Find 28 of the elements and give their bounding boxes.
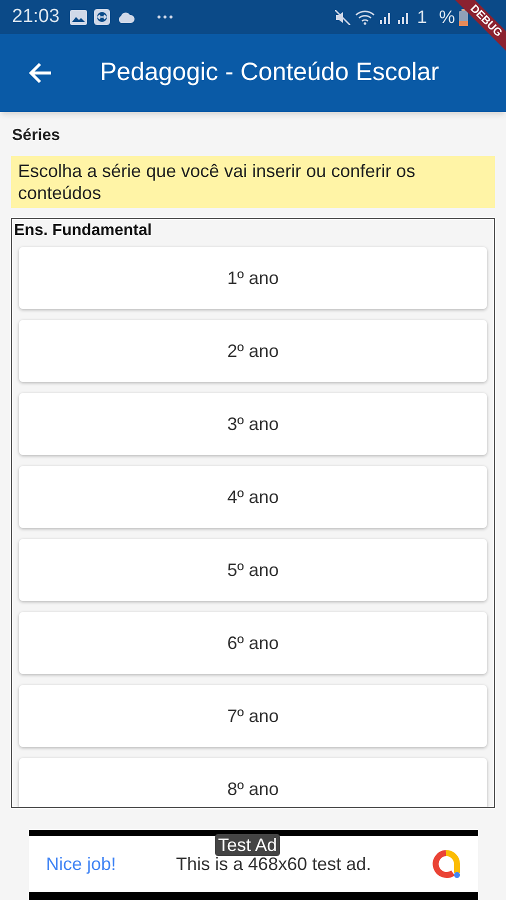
wifi-icon — [354, 10, 375, 24]
battery-percent-sign: % — [438, 6, 455, 28]
signal-icon — [378, 10, 393, 24]
grade-card[interactable]: 5º ano — [19, 539, 487, 601]
battery-percent: 1 — [416, 6, 427, 28]
test-ad-label: Test Ad — [215, 834, 280, 856]
grade-card[interactable]: 2º ano — [19, 320, 487, 382]
ad-headline[interactable]: Nice job! — [46, 850, 116, 878]
back-arrow-icon[interactable] — [28, 62, 52, 84]
grade-card[interactable]: 3º ano — [19, 393, 487, 455]
clock: 21:03 — [12, 4, 60, 29]
mute-icon — [334, 10, 351, 24]
signal-icon — [396, 10, 411, 24]
grade-card[interactable]: 7º ano — [19, 685, 487, 747]
cloud-icon — [116, 11, 135, 23]
section-title: Séries — [12, 126, 60, 146]
image-icon — [70, 10, 87, 24]
hint-text: Escolha a série que você vai inserir ou conferir os conteúdos — [11, 156, 495, 208]
group-title: Ens. Fundamental — [13, 221, 153, 241]
grade-card[interactable]: 1º ano — [19, 247, 487, 309]
grade-card[interactable]: 6º ano — [19, 612, 487, 674]
ad-logo-icon — [431, 849, 461, 879]
app-title: Pedagogic - Conteúdo Escolar — [100, 57, 440, 88]
battery-icon — [459, 8, 468, 26]
grade-card[interactable]: 8º ano — [19, 758, 487, 807]
remote-icon — [94, 9, 110, 25]
more-icon — [156, 15, 173, 19]
grade-card[interactable]: 4º ano — [19, 466, 487, 528]
